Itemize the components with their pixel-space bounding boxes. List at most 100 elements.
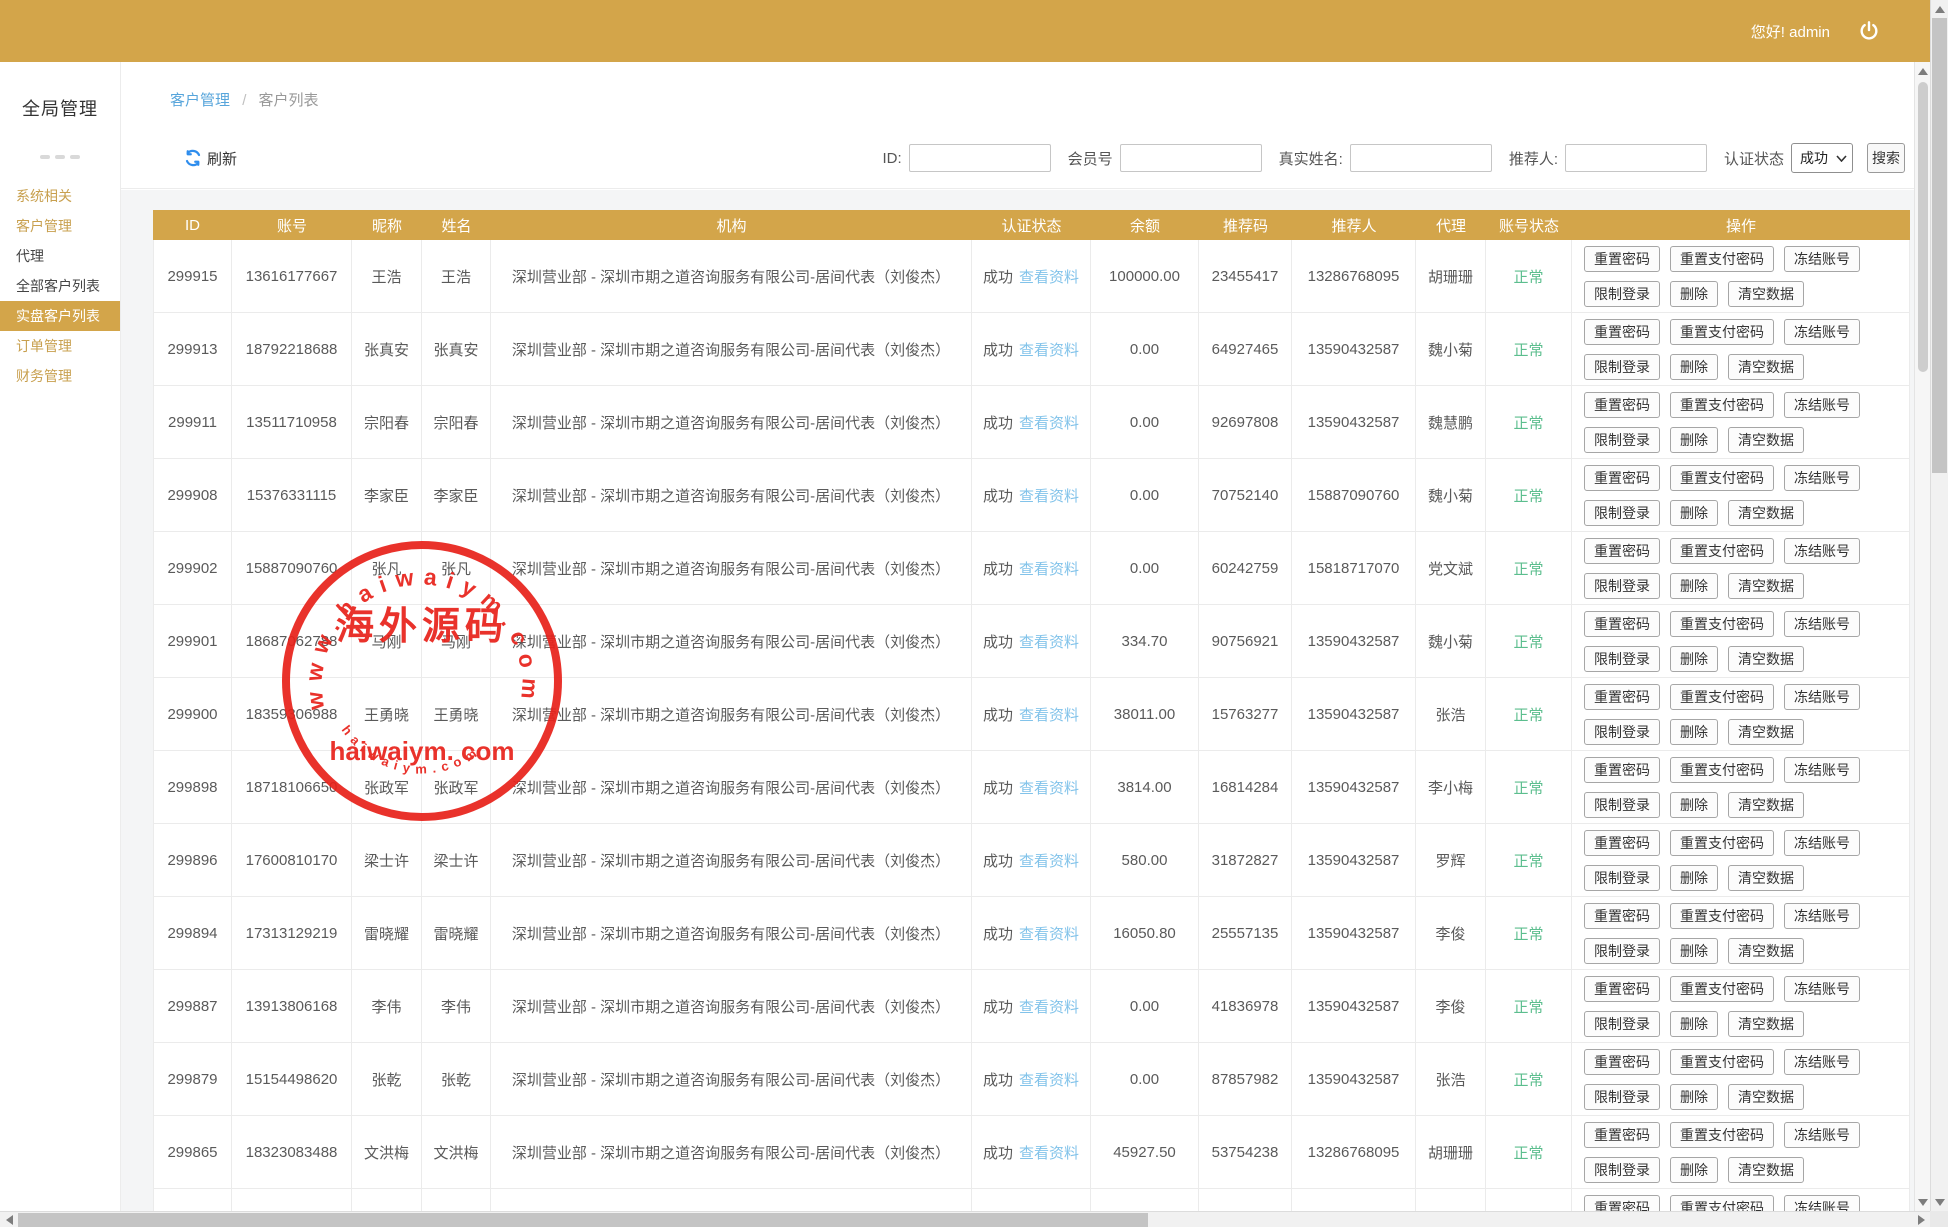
clear-data-button[interactable]: 清空数据: [1728, 354, 1804, 380]
reset-password-button[interactable]: 重置密码: [1584, 611, 1660, 637]
inner-vertical-scrollbar[interactable]: [1914, 62, 1930, 1211]
view-profile-link[interactable]: 查看资料: [1019, 558, 1079, 579]
delete-button[interactable]: 删除: [1670, 792, 1718, 818]
auth-status-select[interactable]: 成功: [1791, 143, 1853, 173]
freeze-account-button[interactable]: 冻结账号: [1784, 903, 1860, 929]
reset-pay-password-button[interactable]: 重置支付密码: [1670, 538, 1774, 564]
delete-button[interactable]: 删除: [1670, 500, 1718, 526]
restrict-login-button[interactable]: 限制登录: [1584, 1084, 1660, 1110]
sidebar-item-5[interactable]: 订单管理: [0, 331, 120, 361]
sidebar-item-1[interactable]: 客户管理: [0, 211, 120, 241]
reset-password-button[interactable]: 重置密码: [1584, 319, 1660, 345]
view-profile-link[interactable]: 查看资料: [1019, 850, 1079, 871]
sidebar-item-0[interactable]: 系统相关: [0, 181, 120, 211]
restrict-login-button[interactable]: 限制登录: [1584, 354, 1660, 380]
scroll-up-arrow-icon[interactable]: [1915, 64, 1931, 78]
reset-pay-password-button[interactable]: 重置支付密码: [1670, 611, 1774, 637]
realname-input[interactable]: [1350, 144, 1492, 172]
delete-button[interactable]: 删除: [1670, 354, 1718, 380]
sidebar-item-2[interactable]: 代理: [0, 241, 120, 271]
reset-password-button[interactable]: 重置密码: [1584, 392, 1660, 418]
delete-button[interactable]: 删除: [1670, 281, 1718, 307]
horizontal-scrollbar-thumb[interactable]: [18, 1213, 1148, 1227]
reset-password-button[interactable]: 重置密码: [1584, 830, 1660, 856]
sidebar-item-3[interactable]: 全部客户列表: [0, 271, 120, 301]
scroll-down-arrow-icon[interactable]: [1931, 1195, 1948, 1209]
freeze-account-button[interactable]: 冻结账号: [1784, 757, 1860, 783]
reset-pay-password-button[interactable]: 重置支付密码: [1670, 757, 1774, 783]
sidebar-item-6[interactable]: 财务管理: [0, 361, 120, 391]
clear-data-button[interactable]: 清空数据: [1728, 865, 1804, 891]
refresh-button[interactable]: 刷新: [184, 148, 237, 169]
member-input[interactable]: [1120, 144, 1262, 172]
freeze-account-button[interactable]: 冻结账号: [1784, 611, 1860, 637]
reset-password-button[interactable]: 重置密码: [1584, 246, 1660, 272]
reset-password-button[interactable]: 重置密码: [1584, 976, 1660, 1002]
view-profile-link[interactable]: 查看资料: [1019, 266, 1079, 287]
restrict-login-button[interactable]: 限制登录: [1584, 281, 1660, 307]
reset-password-button[interactable]: 重置密码: [1584, 538, 1660, 564]
breadcrumb-parent[interactable]: 客户管理: [170, 92, 230, 109]
sidebar-item-4[interactable]: 实盘客户列表: [0, 301, 120, 331]
restrict-login-button[interactable]: 限制登录: [1584, 1157, 1660, 1183]
restrict-login-button[interactable]: 限制登录: [1584, 1011, 1660, 1037]
power-icon[interactable]: [1858, 20, 1880, 42]
view-profile-link[interactable]: 查看资料: [1019, 485, 1079, 506]
scroll-up-arrow-icon[interactable]: [1931, 2, 1948, 16]
reset-pay-password-button[interactable]: 重置支付密码: [1670, 392, 1774, 418]
view-profile-link[interactable]: 查看资料: [1019, 412, 1079, 433]
freeze-account-button[interactable]: 冻结账号: [1784, 465, 1860, 491]
view-profile-link[interactable]: 查看资料: [1019, 704, 1079, 725]
clear-data-button[interactable]: 清空数据: [1728, 646, 1804, 672]
reset-password-button[interactable]: 重置密码: [1584, 1122, 1660, 1148]
reset-password-button[interactable]: 重置密码: [1584, 1049, 1660, 1075]
clear-data-button[interactable]: 清空数据: [1728, 281, 1804, 307]
restrict-login-button[interactable]: 限制登录: [1584, 573, 1660, 599]
view-profile-link[interactable]: 查看资料: [1019, 339, 1079, 360]
freeze-account-button[interactable]: 冻结账号: [1784, 1122, 1860, 1148]
view-profile-link[interactable]: 查看资料: [1019, 777, 1079, 798]
delete-button[interactable]: 删除: [1670, 1157, 1718, 1183]
view-profile-link[interactable]: 查看资料: [1019, 631, 1079, 652]
delete-button[interactable]: 删除: [1670, 646, 1718, 672]
reset-pay-password-button[interactable]: 重置支付密码: [1670, 1049, 1774, 1075]
horizontal-scrollbar[interactable]: [0, 1211, 1930, 1227]
freeze-account-button[interactable]: 冻结账号: [1784, 830, 1860, 856]
restrict-login-button[interactable]: 限制登录: [1584, 646, 1660, 672]
delete-button[interactable]: 删除: [1670, 1011, 1718, 1037]
delete-button[interactable]: 删除: [1670, 427, 1718, 453]
restrict-login-button[interactable]: 限制登录: [1584, 938, 1660, 964]
scroll-left-arrow-icon[interactable]: [2, 1212, 16, 1227]
scroll-down-arrow-icon[interactable]: [1915, 1195, 1931, 1209]
reset-pay-password-button[interactable]: 重置支付密码: [1670, 903, 1774, 929]
inner-scrollbar-thumb[interactable]: [1918, 82, 1928, 372]
reset-pay-password-button[interactable]: 重置支付密码: [1670, 684, 1774, 710]
reset-password-button[interactable]: 重置密码: [1584, 1195, 1660, 1212]
clear-data-button[interactable]: 清空数据: [1728, 938, 1804, 964]
freeze-account-button[interactable]: 冻结账号: [1784, 538, 1860, 564]
id-input[interactable]: [909, 144, 1051, 172]
restrict-login-button[interactable]: 限制登录: [1584, 500, 1660, 526]
reset-pay-password-button[interactable]: 重置支付密码: [1670, 1122, 1774, 1148]
reset-password-button[interactable]: 重置密码: [1584, 903, 1660, 929]
restrict-login-button[interactable]: 限制登录: [1584, 719, 1660, 745]
delete-button[interactable]: 删除: [1670, 719, 1718, 745]
clear-data-button[interactable]: 清空数据: [1728, 427, 1804, 453]
freeze-account-button[interactable]: 冻结账号: [1784, 319, 1860, 345]
reset-password-button[interactable]: 重置密码: [1584, 757, 1660, 783]
reset-pay-password-button[interactable]: 重置支付密码: [1670, 319, 1774, 345]
reset-password-button[interactable]: 重置密码: [1584, 465, 1660, 491]
view-profile-link[interactable]: 查看资料: [1019, 996, 1079, 1017]
freeze-account-button[interactable]: 冻结账号: [1784, 684, 1860, 710]
search-button[interactable]: 搜索: [1867, 143, 1905, 173]
restrict-login-button[interactable]: 限制登录: [1584, 792, 1660, 818]
browser-vertical-scrollbar[interactable]: [1930, 0, 1948, 1211]
reset-pay-password-button[interactable]: 重置支付密码: [1670, 465, 1774, 491]
delete-button[interactable]: 删除: [1670, 1084, 1718, 1110]
reset-pay-password-button[interactable]: 重置支付密码: [1670, 830, 1774, 856]
freeze-account-button[interactable]: 冻结账号: [1784, 976, 1860, 1002]
clear-data-button[interactable]: 清空数据: [1728, 573, 1804, 599]
delete-button[interactable]: 删除: [1670, 865, 1718, 891]
referrer-input[interactable]: [1565, 144, 1707, 172]
freeze-account-button[interactable]: 冻结账号: [1784, 1049, 1860, 1075]
